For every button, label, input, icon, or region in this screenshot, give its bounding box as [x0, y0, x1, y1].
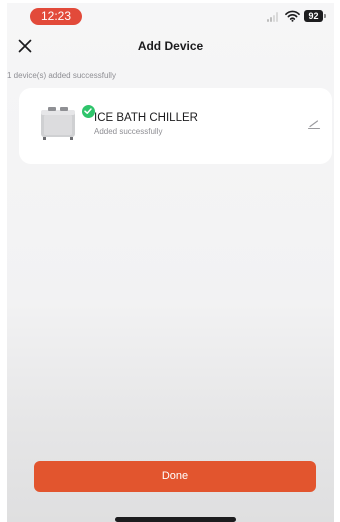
device-status: Added successfully: [94, 127, 163, 136]
status-time: 12:23: [30, 8, 82, 25]
close-icon[interactable]: [15, 36, 35, 56]
home-indicator: [115, 517, 236, 522]
cellular-signal-icon: [267, 12, 281, 22]
phone-screen: 12:23 92 Add Device 1 device(s) added su…: [7, 3, 334, 522]
added-status-text: 1 device(s) added successfully: [7, 71, 116, 80]
status-bar: 12:23 92: [7, 3, 334, 29]
device-card: ICE BATH CHILLER Added successfully: [19, 88, 332, 164]
device-name: ICE BATH CHILLER: [94, 112, 198, 124]
chiller-device-icon: [41, 107, 75, 140]
done-button[interactable]: Done: [34, 461, 316, 492]
nav-bar: Add Device: [7, 31, 334, 61]
battery-level: 92: [304, 10, 323, 22]
wifi-icon: [285, 10, 300, 22]
edit-icon[interactable]: [307, 118, 321, 130]
page-title: Add Device: [137, 39, 204, 53]
checkmark-icon: [84, 108, 92, 114]
battery-icon: 92: [304, 10, 326, 22]
